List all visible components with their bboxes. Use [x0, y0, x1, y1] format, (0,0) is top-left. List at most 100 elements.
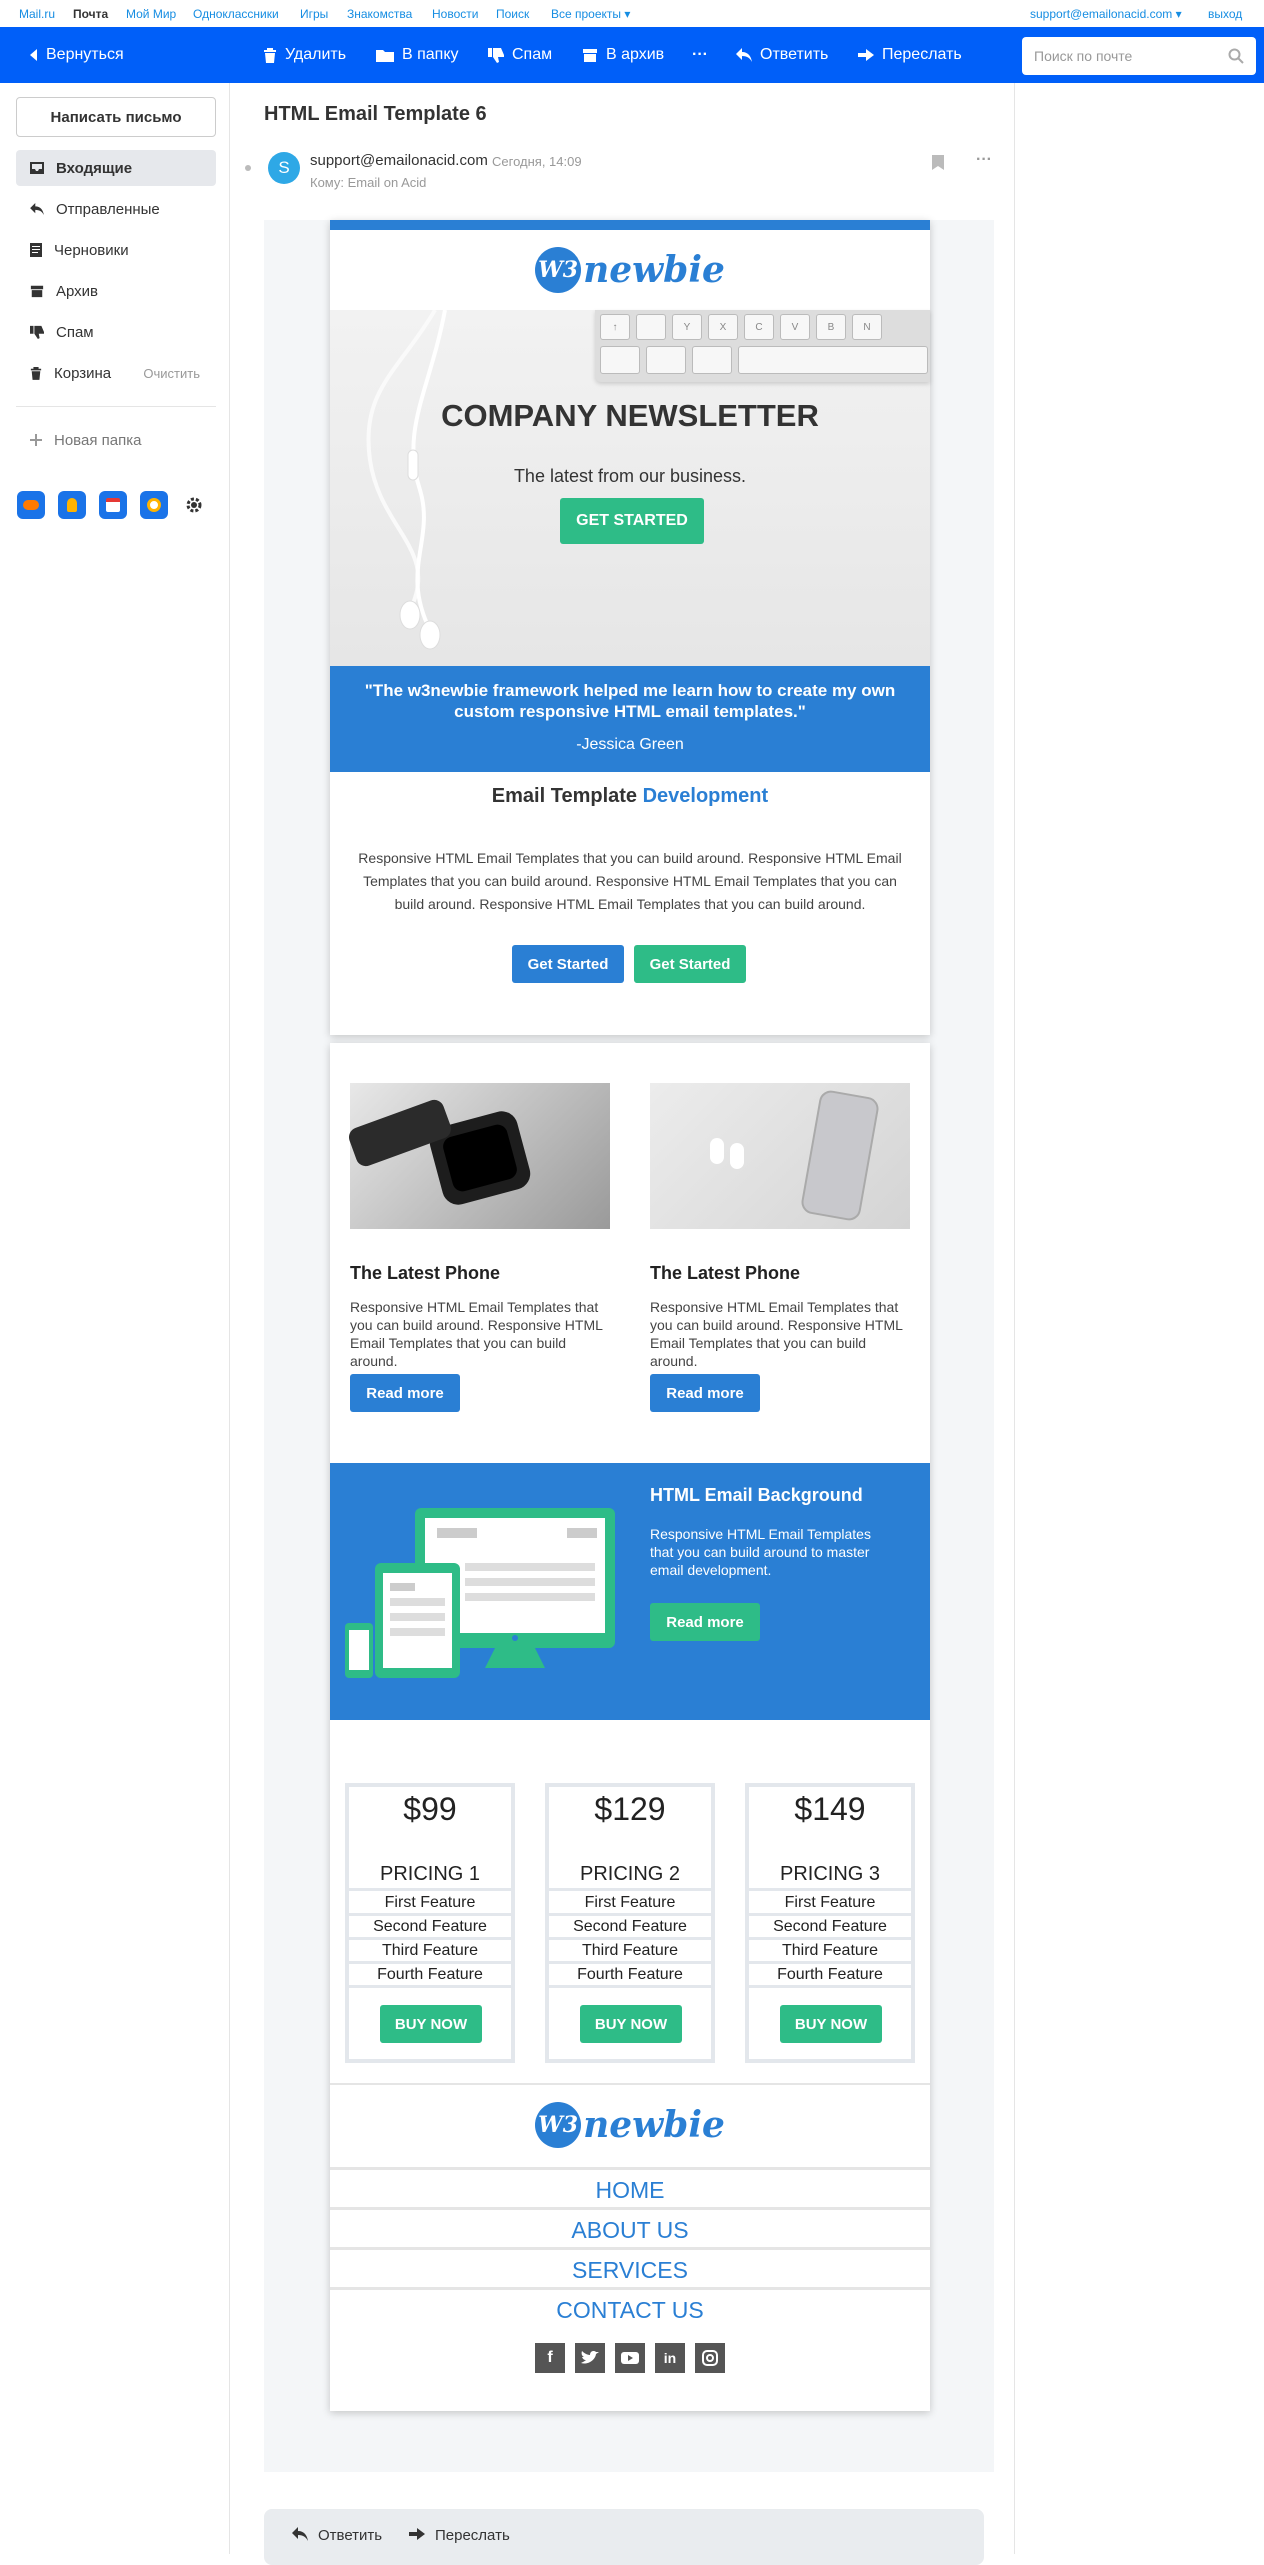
draft-page-icon [30, 243, 42, 257]
folder-inbox[interactable]: Входящие [16, 150, 216, 186]
pricing-price: $99 [403, 1791, 457, 1827]
gear-icon[interactable] [186, 497, 202, 513]
get-started-blue-button[interactable]: Get Started [512, 945, 624, 983]
portal-link-mail[interactable]: Почта [73, 7, 108, 21]
portal-link-all-projects[interactable]: Все проекты ▾ [551, 7, 630, 21]
portal-link-search[interactable]: Поиск [496, 7, 529, 21]
youtube-icon[interactable] [615, 2343, 645, 2373]
testimonial-quote: "The w3newbie framework helped me learn … [364, 681, 896, 721]
bottom-forward-button[interactable]: Переслать [409, 2527, 510, 2544]
twitter-icon[interactable] [575, 2343, 605, 2373]
brand-mark: W3 [535, 247, 582, 293]
hero-get-started-button[interactable]: GET STARTED [560, 498, 704, 544]
pricing-feature: Second Feature [549, 1916, 711, 1940]
sender-avatar[interactable]: S [268, 152, 300, 184]
move-to-folder-button[interactable]: В папку [376, 27, 459, 83]
plus-icon [30, 434, 42, 446]
reply-button[interactable]: Ответить [736, 27, 828, 83]
folder-drafts[interactable]: Черновики [16, 232, 216, 268]
bottom-reply-button[interactable]: Ответить [292, 2527, 382, 2544]
recipient-line: Кому: Email on Acid [310, 175, 427, 190]
mail-search-input[interactable]: Поиск по почте [1022, 37, 1256, 75]
mail-toolbar: Вернуться Удалить В папку Спам В архив ·… [0, 27, 1264, 83]
reply-arrow-icon [30, 203, 44, 215]
archive-button[interactable]: В архив [582, 27, 664, 83]
empty-trash-link[interactable]: Очистить [143, 366, 200, 381]
inbox-icon [30, 162, 44, 174]
contacts-app-icon[interactable] [58, 491, 86, 519]
facebook-icon[interactable]: f [535, 2343, 565, 2373]
account-menu[interactable]: support@emailonacid.com ▾ [1030, 7, 1182, 21]
pricing-feature: Third Feature [749, 1940, 911, 1964]
footer-nav-link[interactable]: CONTACT US [330, 2287, 930, 2327]
sender-address[interactable]: support@emailonacid.com [310, 152, 488, 169]
forward-arrow-icon [858, 49, 874, 61]
pricing-name: PRICING 2 [549, 1863, 711, 1891]
folder-sent[interactable]: Отправленные [16, 191, 216, 227]
more-actions-button[interactable]: ··· [692, 27, 708, 83]
hero-title: COMPANY NEWSLETTER [441, 398, 819, 433]
testimonial-author: -Jessica Green [576, 736, 684, 753]
reply-arrow-icon [736, 48, 752, 62]
pricing-column: $149 PRICING 3 First Feature Second Feature… [745, 1783, 915, 2063]
folder-move-icon [376, 50, 394, 62]
promo-title: HTML Email Background [650, 1485, 863, 1505]
folder-spam[interactable]: Спам [16, 314, 216, 350]
portal-link-mailru[interactable]: Mail.ru [19, 7, 55, 21]
calendar-app-icon[interactable] [99, 491, 127, 519]
buy-now-button[interactable]: BUY NOW [580, 2005, 682, 2043]
message-more-button[interactable]: ··· [976, 151, 992, 169]
message-subject: HTML Email Template 6 [264, 103, 487, 125]
devices-illustration [345, 1508, 615, 1678]
buy-now-button[interactable]: BUY NOW [780, 2005, 882, 2043]
cloud-app-icon[interactable] [17, 491, 45, 519]
footer-brand-logo: W3 newbie [330, 2093, 930, 2157]
product-body-2: Responsive HTML Email Templates that you… [650, 1299, 903, 1369]
portal-link-mymir[interactable]: Мой Мир [126, 7, 176, 21]
footer-nav-link[interactable]: SERVICES [330, 2247, 930, 2287]
unread-dot[interactable] [245, 165, 251, 171]
spam-button[interactable]: Спам [488, 27, 552, 83]
linkedin-icon[interactable]: in [655, 2343, 685, 2373]
portal-link-ok[interactable]: Одноклассники [193, 7, 279, 21]
buy-now-button[interactable]: BUY NOW [380, 2005, 482, 2043]
hero-subtitle: The latest from our business. [513, 466, 747, 486]
brand-logo: W3 newbie [330, 230, 930, 310]
portal-link-games[interactable]: Игры [300, 7, 328, 21]
dev-section-title: Email Template Development [491, 785, 769, 807]
pricing-feature: Third Feature [349, 1940, 511, 1964]
thumbs-down-icon [30, 325, 44, 339]
archive-box-icon [583, 49, 597, 62]
logout-link[interactable]: выход [1208, 7, 1242, 21]
read-more-button-1[interactable]: Read more [350, 1374, 460, 1412]
bookmark-icon[interactable] [932, 155, 944, 170]
forward-button[interactable]: Переслать [858, 27, 962, 83]
new-folder-button[interactable]: Новая папка [16, 422, 216, 458]
tasks-app-icon[interactable] [140, 491, 168, 519]
testimonial-banner: "The w3newbie framework helped me learn … [330, 666, 930, 772]
instagram-icon[interactable] [695, 2343, 725, 2373]
search-icon [1228, 48, 1244, 64]
product-title-1: The Latest Phone [350, 1263, 501, 1283]
pricing-price: $149 [794, 1791, 866, 1827]
pricing-name: PRICING 1 [349, 1863, 511, 1891]
reply-arrow-icon [292, 2527, 308, 2541]
compose-button[interactable]: Написать письмо [16, 97, 216, 137]
back-button[interactable]: Вернуться [28, 27, 124, 83]
portal-link-dating[interactable]: Знакомства [347, 7, 412, 21]
folder-archive[interactable]: Архив [16, 273, 216, 309]
back-arrow-icon [30, 49, 37, 61]
promo-read-more-button[interactable]: Read more [650, 1603, 760, 1641]
footer-nav-link[interactable]: HOME [330, 2167, 930, 2207]
sidebar: Написать письмо Входящие Отправленные Че… [0, 83, 230, 2554]
portal-link-news[interactable]: Новости [432, 7, 478, 21]
folder-trash[interactable]: Корзина Очистить [16, 355, 216, 391]
archive-box-icon [30, 285, 44, 298]
footer-nav-link[interactable]: ABOUT US [330, 2207, 930, 2247]
delete-button[interactable]: Удалить [263, 27, 346, 83]
pricing-column: $99 PRICING 1 First Feature Second Feature T… [345, 1783, 515, 2063]
get-started-green-button[interactable]: Get Started [634, 945, 746, 983]
pricing-feature: First Feature [749, 1892, 911, 1916]
read-more-button-2[interactable]: Read more [650, 1374, 760, 1412]
email-top-bar [330, 220, 930, 230]
